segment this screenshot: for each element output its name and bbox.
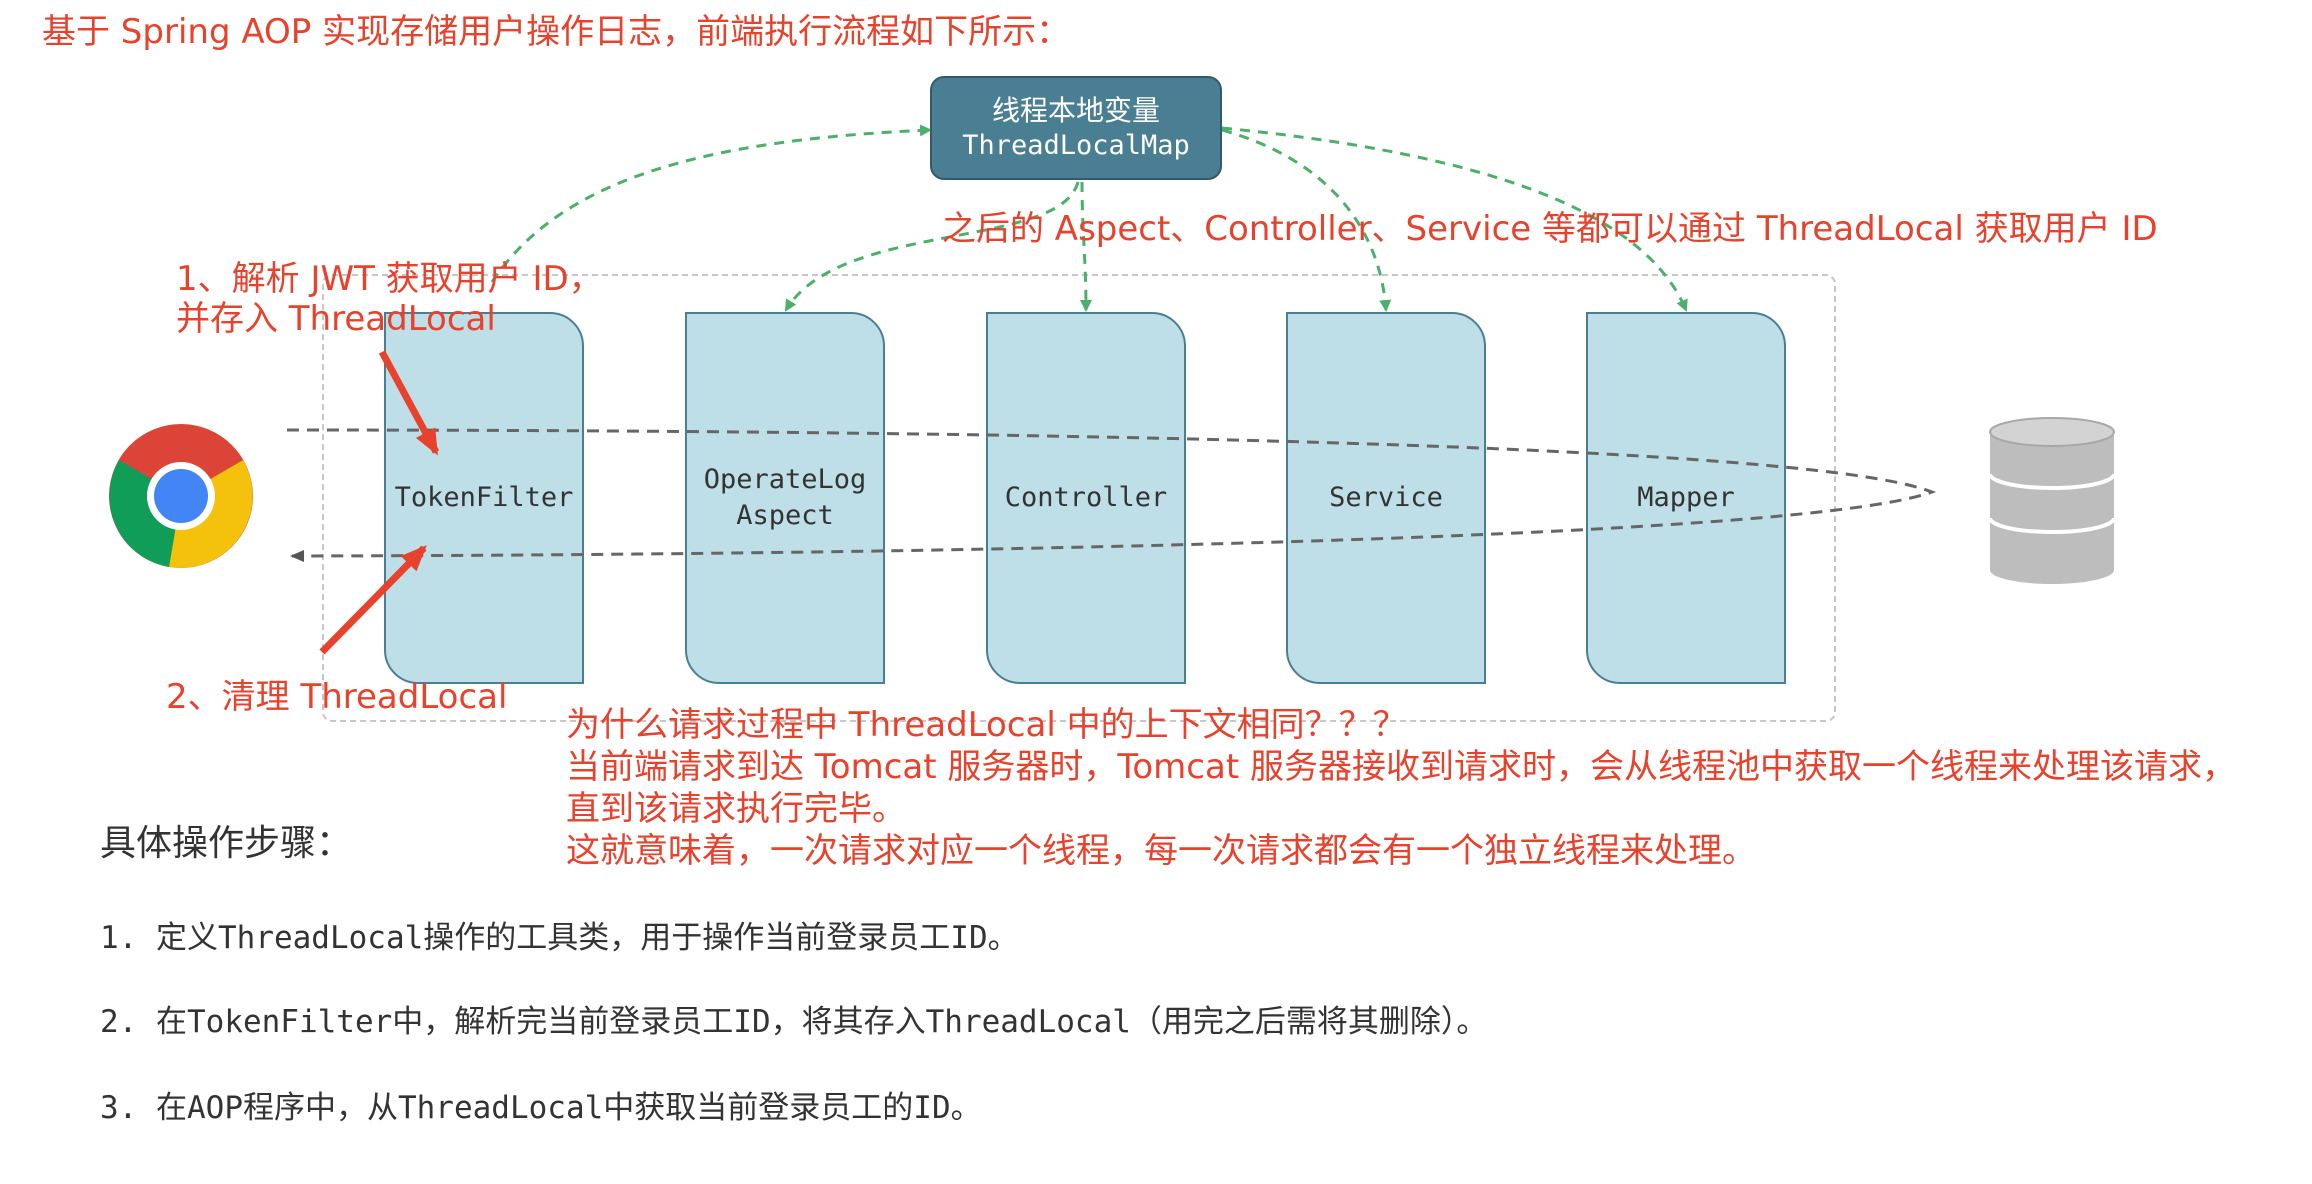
parse-jwt-note-line1: 1、解析 JWT 获取用户 ID， <box>176 259 603 299</box>
step-1: 1. 定义ThreadLocal操作的工具类，用于操作当前登录员工ID。 <box>100 920 1019 956</box>
red-arrow-parse <box>378 350 440 456</box>
step-2: 2. 在TokenFilter中，解析完当前登录员工ID，将其存入ThreadL… <box>100 1004 1488 1040</box>
thread-local-map-title: 线程本地变量 <box>991 94 1160 127</box>
explanation-line4: 这就意味着，一次请求对应一个线程，每一次请求都会有一个独立线程来处理。 <box>566 831 1756 871</box>
aspect-access-note: 之后的 Aspect、Controller、Service 等都可以通过 Thr… <box>942 209 2158 249</box>
database-icon <box>1988 417 2116 584</box>
steps-title: 具体操作步骤： <box>100 823 353 864</box>
clear-threadlocal-note: 2、清理 ThreadLocal <box>166 677 508 717</box>
thread-local-map-box: 线程本地变量 ThreadLocalMap <box>930 76 1222 180</box>
explanation-line2: 当前端请求到达 Tomcat 服务器时，Tomcat 服务器接收到请求时，会从线… <box>566 747 2236 787</box>
chrome-browser-icon <box>109 424 253 568</box>
explanation-question: 为什么请求过程中 ThreadLocal 中的上下文相同？？？ <box>566 705 1407 745</box>
step-3: 3. 在AOP程序中，从ThreadLocal中获取当前登录员工的ID。 <box>100 1090 982 1126</box>
thread-local-map-name: ThreadLocalMap <box>962 130 1190 161</box>
parse-jwt-note-line2: 并存入 ThreadLocal <box>176 299 496 339</box>
explanation-line3: 直到该请求执行完毕。 <box>566 789 906 829</box>
request-flow-line <box>286 428 1937 562</box>
red-arrow-clear <box>319 545 427 655</box>
